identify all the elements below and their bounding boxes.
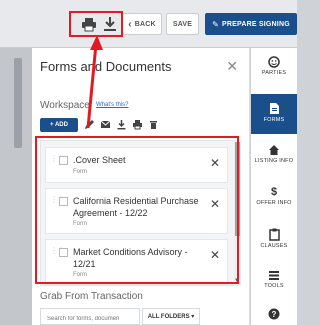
nav-label: TOOLS	[264, 283, 284, 289]
nav-item-listing-info[interactable]: LISTING INFO	[251, 144, 297, 174]
parties-icon	[268, 56, 280, 68]
svg-text:?: ?	[272, 310, 277, 319]
edit-icon[interactable]	[84, 119, 95, 130]
top-toolbar: ‹ BACK SAVE ✎ PREPARE SIGNING	[0, 0, 297, 48]
nav-item-offer-info[interactable]: $ OFFER INFO	[251, 186, 297, 216]
nav-item-clauses[interactable]: CLAUSES	[251, 228, 297, 258]
workspace-actions	[84, 119, 159, 130]
nav-label: CLAUSES	[260, 243, 288, 249]
email-icon[interactable]	[100, 119, 111, 130]
tools-icon	[269, 271, 279, 280]
nav-item-forms[interactable]: FORMS	[251, 94, 297, 134]
back-label: BACK	[134, 20, 156, 28]
folders-dropdown[interactable]: ALL FOLDERS ▾	[142, 308, 200, 325]
nav-label: PARTIES	[261, 70, 287, 76]
left-rail	[0, 48, 32, 325]
whats-this-link[interactable]: What's this?	[96, 102, 129, 108]
rail-scrollbar[interactable]	[14, 58, 22, 148]
back-button[interactable]: ‹ BACK	[122, 13, 162, 35]
clipboard-icon	[268, 228, 280, 241]
download-icon[interactable]	[116, 119, 127, 130]
nav-label: OFFER INFO	[256, 200, 292, 206]
pen-icon: ✎	[212, 19, 220, 29]
nav-item-parties[interactable]: PARTIES	[251, 56, 297, 86]
nav-item-tools[interactable]: TOOLS	[251, 270, 297, 300]
grab-from-transaction-label: Grab From Transaction	[40, 291, 143, 302]
highlight-box-toolbar	[69, 11, 123, 37]
forms-icon	[269, 103, 279, 114]
prepare-signing-label: PREPARE SIGNING	[222, 20, 290, 28]
nav-label: FORMS	[263, 117, 285, 123]
panel-title: Forms and Documents	[40, 59, 172, 74]
save-label: SAVE	[172, 20, 193, 28]
right-nav: PARTIES FORMS LISTING INFO $ OFFER INFO …	[251, 48, 297, 325]
dollar-icon: $	[270, 186, 278, 198]
save-button[interactable]: SAVE	[166, 13, 199, 35]
home-icon	[269, 145, 279, 155]
help-icon: ?	[268, 308, 280, 320]
trash-icon[interactable]	[148, 119, 159, 130]
nav-label: LISTING INFO	[254, 158, 294, 164]
search-input[interactable]	[40, 308, 140, 325]
close-icon[interactable]: ✕	[226, 58, 238, 75]
add-button[interactable]: + ADD	[40, 118, 78, 132]
chevron-left-icon: ‹	[128, 18, 132, 30]
print-icon[interactable]	[132, 119, 143, 130]
workspace-label: Workspace	[40, 100, 90, 111]
prepare-signing-button[interactable]: ✎ PREPARE SIGNING	[205, 13, 297, 35]
nav-item-help[interactable]: ?	[251, 308, 297, 324]
highlight-box-documents	[35, 136, 239, 284]
